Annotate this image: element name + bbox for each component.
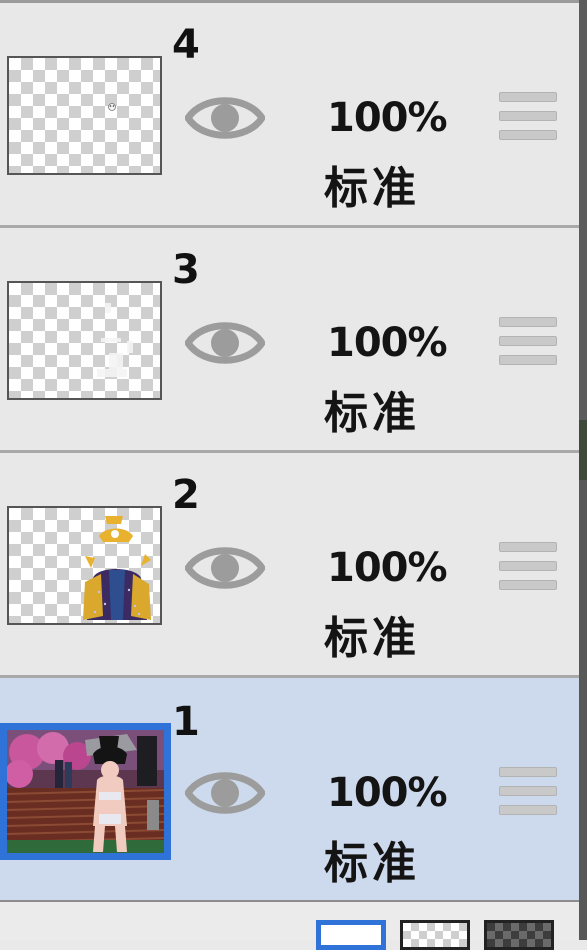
layer-row-2[interactable]: 2 100% 标准 — [0, 453, 579, 678]
layer-blend-mode[interactable]: 标准 — [324, 163, 420, 215]
layer-blend-mode[interactable]: 标准 — [324, 388, 420, 440]
layer-3-content — [97, 303, 133, 377]
layer-number: 2 — [172, 472, 200, 518]
layer-thumbnail[interactable] — [7, 281, 162, 400]
layer-4-content — [108, 103, 116, 111]
visibility-eye-icon[interactable] — [183, 313, 267, 373]
layer-thumbnail[interactable] — [7, 56, 162, 175]
layer-1-content — [7, 730, 164, 853]
layers-panel: 4 100% 标准 3 100% 标准 2 100% 标准 1 100% 标准 — [0, 0, 587, 950]
layer-row-3[interactable]: 3 100% 标准 — [0, 228, 579, 453]
background-white-swatch[interactable] — [316, 920, 386, 950]
layer-opacity[interactable]: 100% — [327, 545, 448, 591]
visibility-eye-icon[interactable] — [183, 763, 267, 823]
drag-handle-icon[interactable] — [499, 542, 557, 590]
layer-row-4[interactable]: 4 100% 标准 — [0, 3, 579, 228]
layer-opacity[interactable]: 100% — [327, 95, 448, 141]
drag-handle-icon[interactable] — [499, 767, 557, 815]
background-selector-bar — [0, 902, 579, 950]
layer-blend-mode[interactable]: 标准 — [324, 613, 420, 665]
visibility-eye-icon[interactable] — [183, 88, 267, 148]
canvas-edge — [579, 0, 587, 940]
visibility-eye-icon[interactable] — [183, 538, 267, 598]
layer-2-content — [83, 516, 151, 620]
layer-opacity[interactable]: 100% — [327, 770, 448, 816]
drag-handle-icon[interactable] — [499, 92, 557, 140]
background-checker-dark-swatch[interactable] — [484, 920, 554, 950]
layer-number: 1 — [172, 699, 200, 745]
background-checker-light-swatch[interactable] — [400, 920, 470, 950]
layer-number: 4 — [172, 22, 200, 68]
layer-thumbnail[interactable] — [0, 723, 171, 860]
layer-row-1[interactable]: 1 100% 标准 — [0, 678, 579, 903]
layer-thumbnail[interactable] — [7, 506, 162, 625]
layer-blend-mode[interactable]: 标准 — [324, 838, 420, 890]
drag-handle-icon[interactable] — [499, 317, 557, 365]
layer-opacity[interactable]: 100% — [327, 320, 448, 366]
layer-number: 3 — [172, 247, 200, 293]
